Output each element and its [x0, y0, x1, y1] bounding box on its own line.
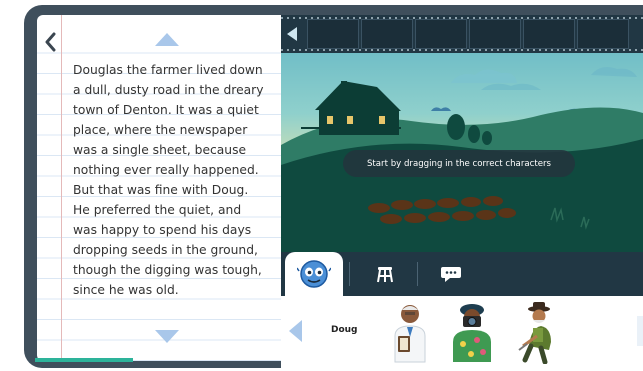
- story-line: nothing ever really happened.: [73, 163, 259, 177]
- film-frame[interactable]: [361, 19, 413, 49]
- story-line: was a single sheet, because: [73, 143, 247, 157]
- tab-characters[interactable]: [285, 252, 343, 296]
- doctor-character-icon: [394, 305, 426, 363]
- film-frame[interactable]: [577, 19, 629, 49]
- doctor-character[interactable]: [381, 300, 439, 364]
- tray-prev-arrow[interactable]: [289, 320, 302, 342]
- story-line: town of Denton. It was a quiet: [73, 103, 259, 117]
- photographer-character-icon: [453, 304, 491, 362]
- notebook-margin-line: [61, 15, 62, 361]
- tray-next-arrow[interactable]: [637, 316, 643, 346]
- film-frame[interactable]: [469, 19, 521, 49]
- film-frame[interactable]: [307, 19, 359, 49]
- story-line: a dull, dusty road in the dreary: [73, 83, 264, 97]
- stool-icon: [377, 267, 393, 283]
- character-tray: Doug: [281, 296, 643, 368]
- scroll-down-button[interactable]: [155, 330, 179, 343]
- reading-progress-bar: [35, 358, 133, 362]
- character-face-icon: [297, 260, 331, 288]
- tool-tabs-bar: [281, 252, 643, 296]
- tab-separator: [349, 262, 350, 286]
- farmer-character-icon: [518, 302, 551, 365]
- scroll-up-button[interactable]: [155, 33, 179, 46]
- farmer-character[interactable]: [507, 300, 565, 365]
- instruction-tooltip: Start by dragging in the correct charact…: [343, 150, 575, 177]
- film-frame[interactable]: [415, 19, 467, 49]
- scene-filmstrip: [281, 15, 643, 53]
- photographer-character[interactable]: [443, 300, 501, 364]
- story-line: though the digging was tough,: [73, 263, 262, 277]
- storybook-app-frame: Douglas the farmer lived down a dull, du…: [24, 5, 643, 368]
- story-line: since he was old.: [73, 283, 179, 297]
- story-line: dropping seeds in the ground,: [73, 243, 258, 257]
- story-text: Douglas the farmer lived down a dull, du…: [73, 60, 285, 300]
- tab-speech[interactable]: [425, 252, 477, 296]
- story-line: was happy to spend his days: [73, 223, 252, 237]
- story-line: But that was fine with Doug.: [73, 183, 249, 197]
- film-frame[interactable]: [523, 19, 575, 49]
- character-name-label: Doug: [331, 325, 358, 335]
- filmstrip-prev-arrow[interactable]: [287, 27, 297, 41]
- tab-props[interactable]: [359, 252, 411, 296]
- chevron-left-icon: [45, 32, 56, 52]
- back-button[interactable]: [39, 27, 61, 57]
- story-line: Douglas the farmer lived down: [73, 63, 263, 77]
- story-line: He preferred the quiet, and: [73, 203, 242, 217]
- story-line: place, where the newspaper: [73, 123, 248, 137]
- tab-separator: [417, 262, 418, 286]
- speech-bubble-icon: [441, 267, 461, 282]
- story-text-panel: Douglas the farmer lived down a dull, du…: [37, 15, 295, 361]
- film-perforations: [281, 49, 643, 51]
